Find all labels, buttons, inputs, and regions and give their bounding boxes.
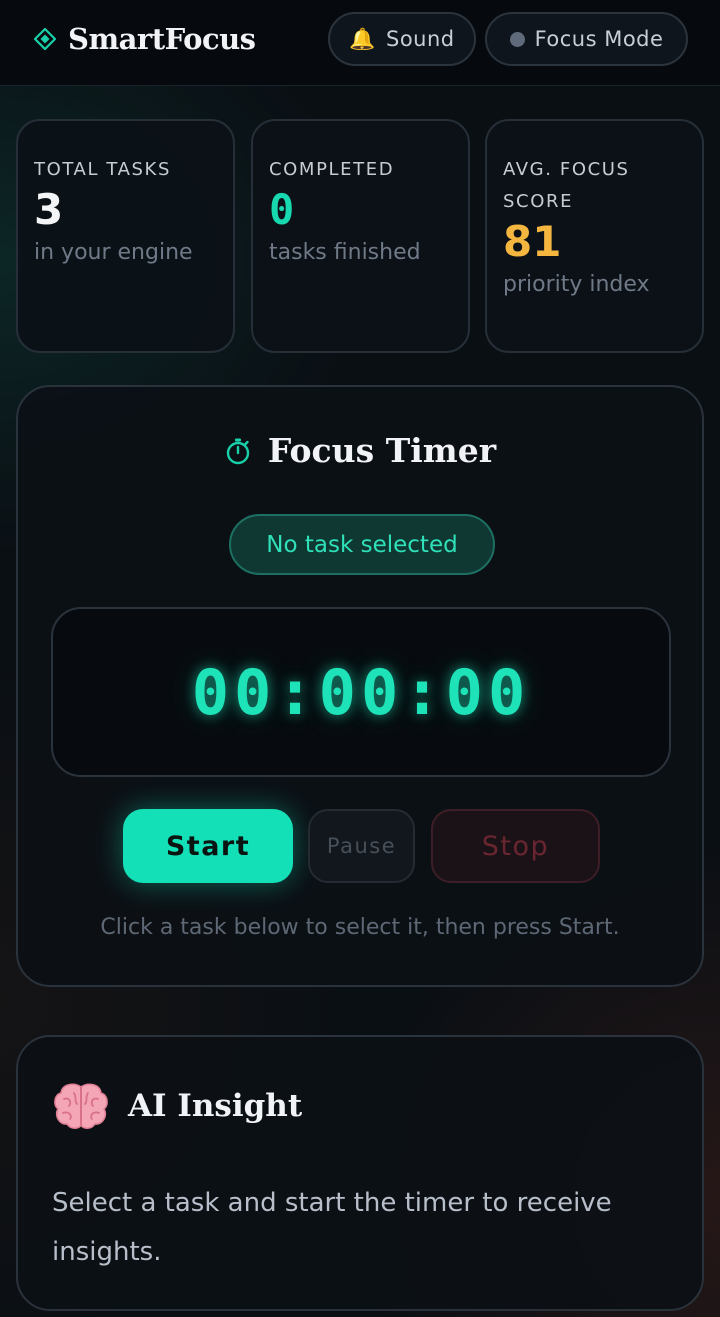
stop-button[interactable]: Stop: [431, 809, 600, 883]
stopwatch-icon: [226, 438, 250, 464]
brain-icon: [54, 1083, 108, 1129]
stat-label: AVG. FOCUS SCORE: [503, 159, 630, 212]
status-dot-icon: [509, 31, 525, 47]
timer-title: Focus Timer: [267, 431, 497, 470]
stat-value: 3: [34, 185, 64, 234]
selected-task-badge: No task selected: [229, 514, 495, 575]
stat-card-avg-focus-score: AVG. FOCUS SCORE 81 priority index: [485, 119, 704, 353]
diamond-icon: [34, 28, 56, 50]
stat-card-completed: COMPLETED 0 tasks finished: [251, 119, 470, 353]
stat-card-total-tasks: TOTAL TASKS 3 in your engine: [16, 119, 235, 353]
focus-timer-card: Focus Timer No task selected 00:00:00 St…: [16, 385, 704, 987]
ai-insight-card: AI Insight Select a task and start the t…: [16, 1035, 704, 1311]
stat-subtitle: priority index: [503, 272, 650, 297]
sound-label: Sound: [386, 27, 455, 51]
bell-icon: 🔔: [349, 26, 376, 51]
stat-value: 0: [269, 185, 295, 234]
timer-heading: Focus Timer: [18, 431, 702, 470]
brand: SmartFocus: [34, 19, 256, 59]
sound-toggle-button[interactable]: 🔔 Sound: [328, 12, 476, 66]
stat-subtitle: tasks finished: [269, 240, 421, 265]
insight-text: Select a task and start the timer to rec…: [52, 1188, 612, 1267]
timer-digits: 00:00:00: [191, 655, 531, 729]
insight-heading: AI Insight: [52, 1081, 302, 1131]
start-button[interactable]: Start: [123, 809, 293, 883]
stat-label: COMPLETED: [269, 159, 395, 180]
stat-label: TOTAL TASKS: [34, 159, 171, 180]
stat-value: 81: [503, 217, 562, 266]
brand-name: SmartFocus: [68, 22, 256, 56]
focus-mode-button[interactable]: Focus Mode: [485, 12, 688, 66]
timer-display: 00:00:00: [51, 607, 671, 777]
focus-mode-label: Focus Mode: [534, 27, 664, 51]
pause-button[interactable]: Pause: [308, 809, 415, 883]
insight-title: AI Insight: [128, 1088, 303, 1124]
app-header: SmartFocus 🔔 Sound Focus Mode: [0, 0, 720, 86]
stat-subtitle: in your engine: [34, 240, 193, 265]
timer-hint: Click a task below to select it, then pr…: [100, 915, 620, 940]
